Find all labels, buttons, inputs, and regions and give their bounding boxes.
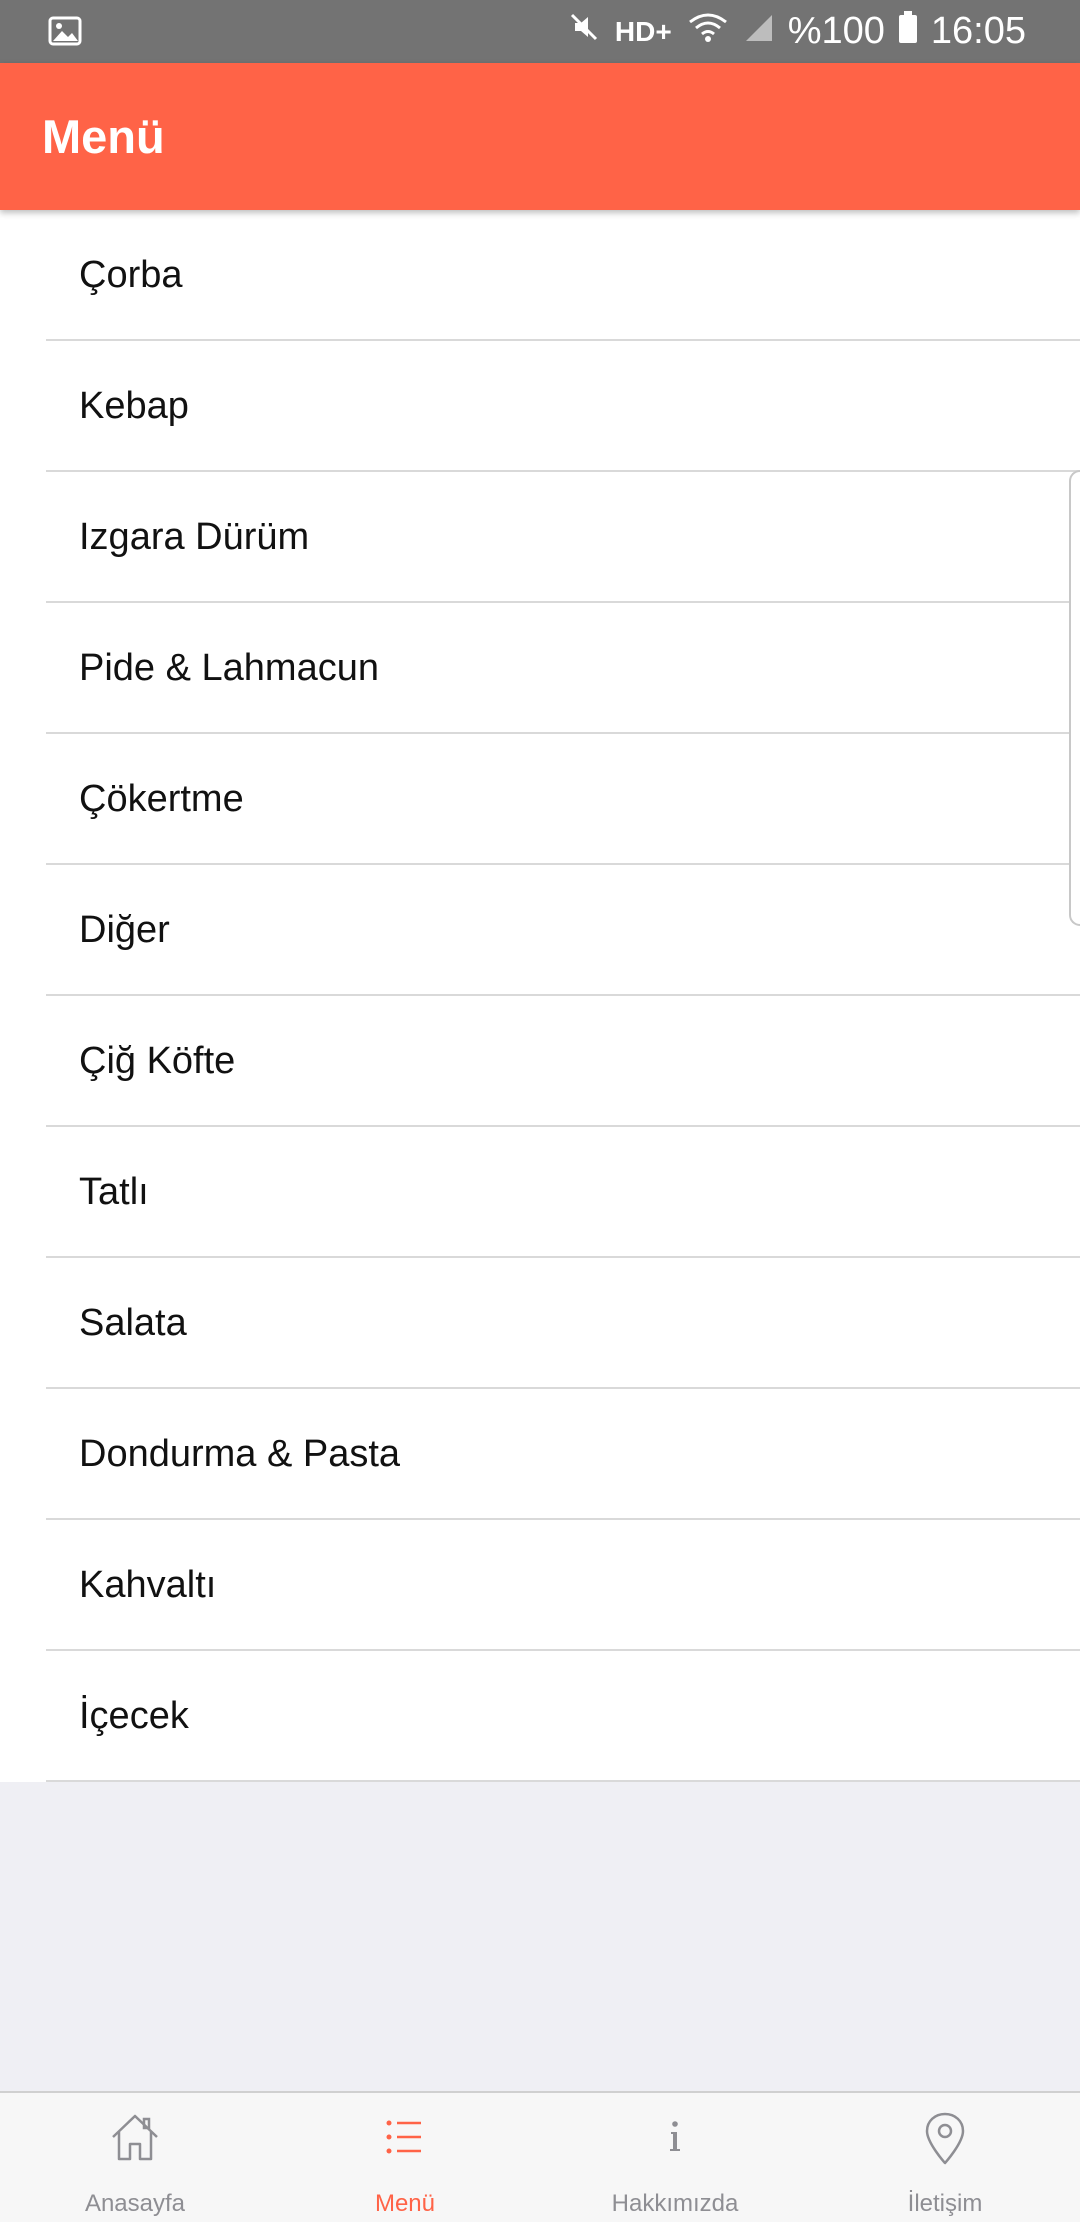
- info-icon: [670, 2121, 680, 2151]
- tab-iletisim[interactable]: İletişim: [810, 2093, 1080, 2222]
- menu-item-cokertme[interactable]: Çökertme: [0, 734, 1080, 865]
- menu-item-izgara-durum[interactable]: Izgara Dürüm: [0, 472, 1080, 603]
- status-indicators: HD+ %100 16:05: [567, 0, 1026, 63]
- tab-label: Menü: [374, 2190, 436, 2217]
- clock: 16:05: [930, 10, 1026, 52]
- menu-item-dondurma-pasta[interactable]: Dondurma & Pasta: [0, 1389, 1080, 1520]
- mute-icon: [567, 10, 601, 54]
- location-pin-icon: [925, 2112, 965, 2165]
- menu-item-icecek[interactable]: İçecek: [0, 1651, 1080, 1782]
- image-icon: [48, 16, 82, 51]
- menu-item-kebap[interactable]: Kebap: [0, 341, 1080, 472]
- tab-anasayfa[interactable]: Anasayfa: [0, 2093, 270, 2222]
- edge-panel-handle[interactable]: [1069, 470, 1080, 926]
- list-icon: [386, 2120, 421, 2154]
- battery-percent: %100: [787, 10, 885, 52]
- tab-label: Hakkımızda: [611, 2190, 739, 2217]
- tab-hakkimizda[interactable]: Hakkımızda: [540, 2093, 810, 2222]
- tab-menu[interactable]: Menü: [270, 2093, 540, 2222]
- tab-label: İletişim: [907, 2190, 983, 2217]
- menu-item-tatli[interactable]: Tatlı: [0, 1127, 1080, 1258]
- menu-item-salata[interactable]: Salata: [0, 1258, 1080, 1389]
- home-icon: [112, 2114, 158, 2161]
- status-bar: HD+ %100 16:05: [0, 0, 1080, 63]
- menu-item-cig-kofte[interactable]: Çiğ Köfte: [0, 996, 1080, 1127]
- menu-item-diger[interactable]: Diğer: [0, 865, 1080, 996]
- battery-icon: [898, 10, 917, 53]
- hd-indicator: HD+: [614, 15, 672, 47]
- app-bar: Menü: [0, 63, 1080, 210]
- tab-label: Anasayfa: [84, 2190, 186, 2217]
- page-title: Menü: [42, 110, 165, 163]
- wifi-icon: [686, 10, 730, 54]
- menu-item-corba[interactable]: Çorba: [0, 210, 1080, 341]
- menu-item-kahvalti[interactable]: Kahvaltı: [0, 1520, 1080, 1651]
- menu-item-pide-lahmacun[interactable]: Pide & Lahmacun: [0, 603, 1080, 734]
- menu-list: Çorba Kebap Izgara Dürüm Pide & Lahmacun…: [0, 210, 1080, 1782]
- signal-icon: [744, 10, 774, 53]
- bottom-tab-bar: Anasayfa Menü Hakkımızda İletişim: [0, 2091, 1080, 2222]
